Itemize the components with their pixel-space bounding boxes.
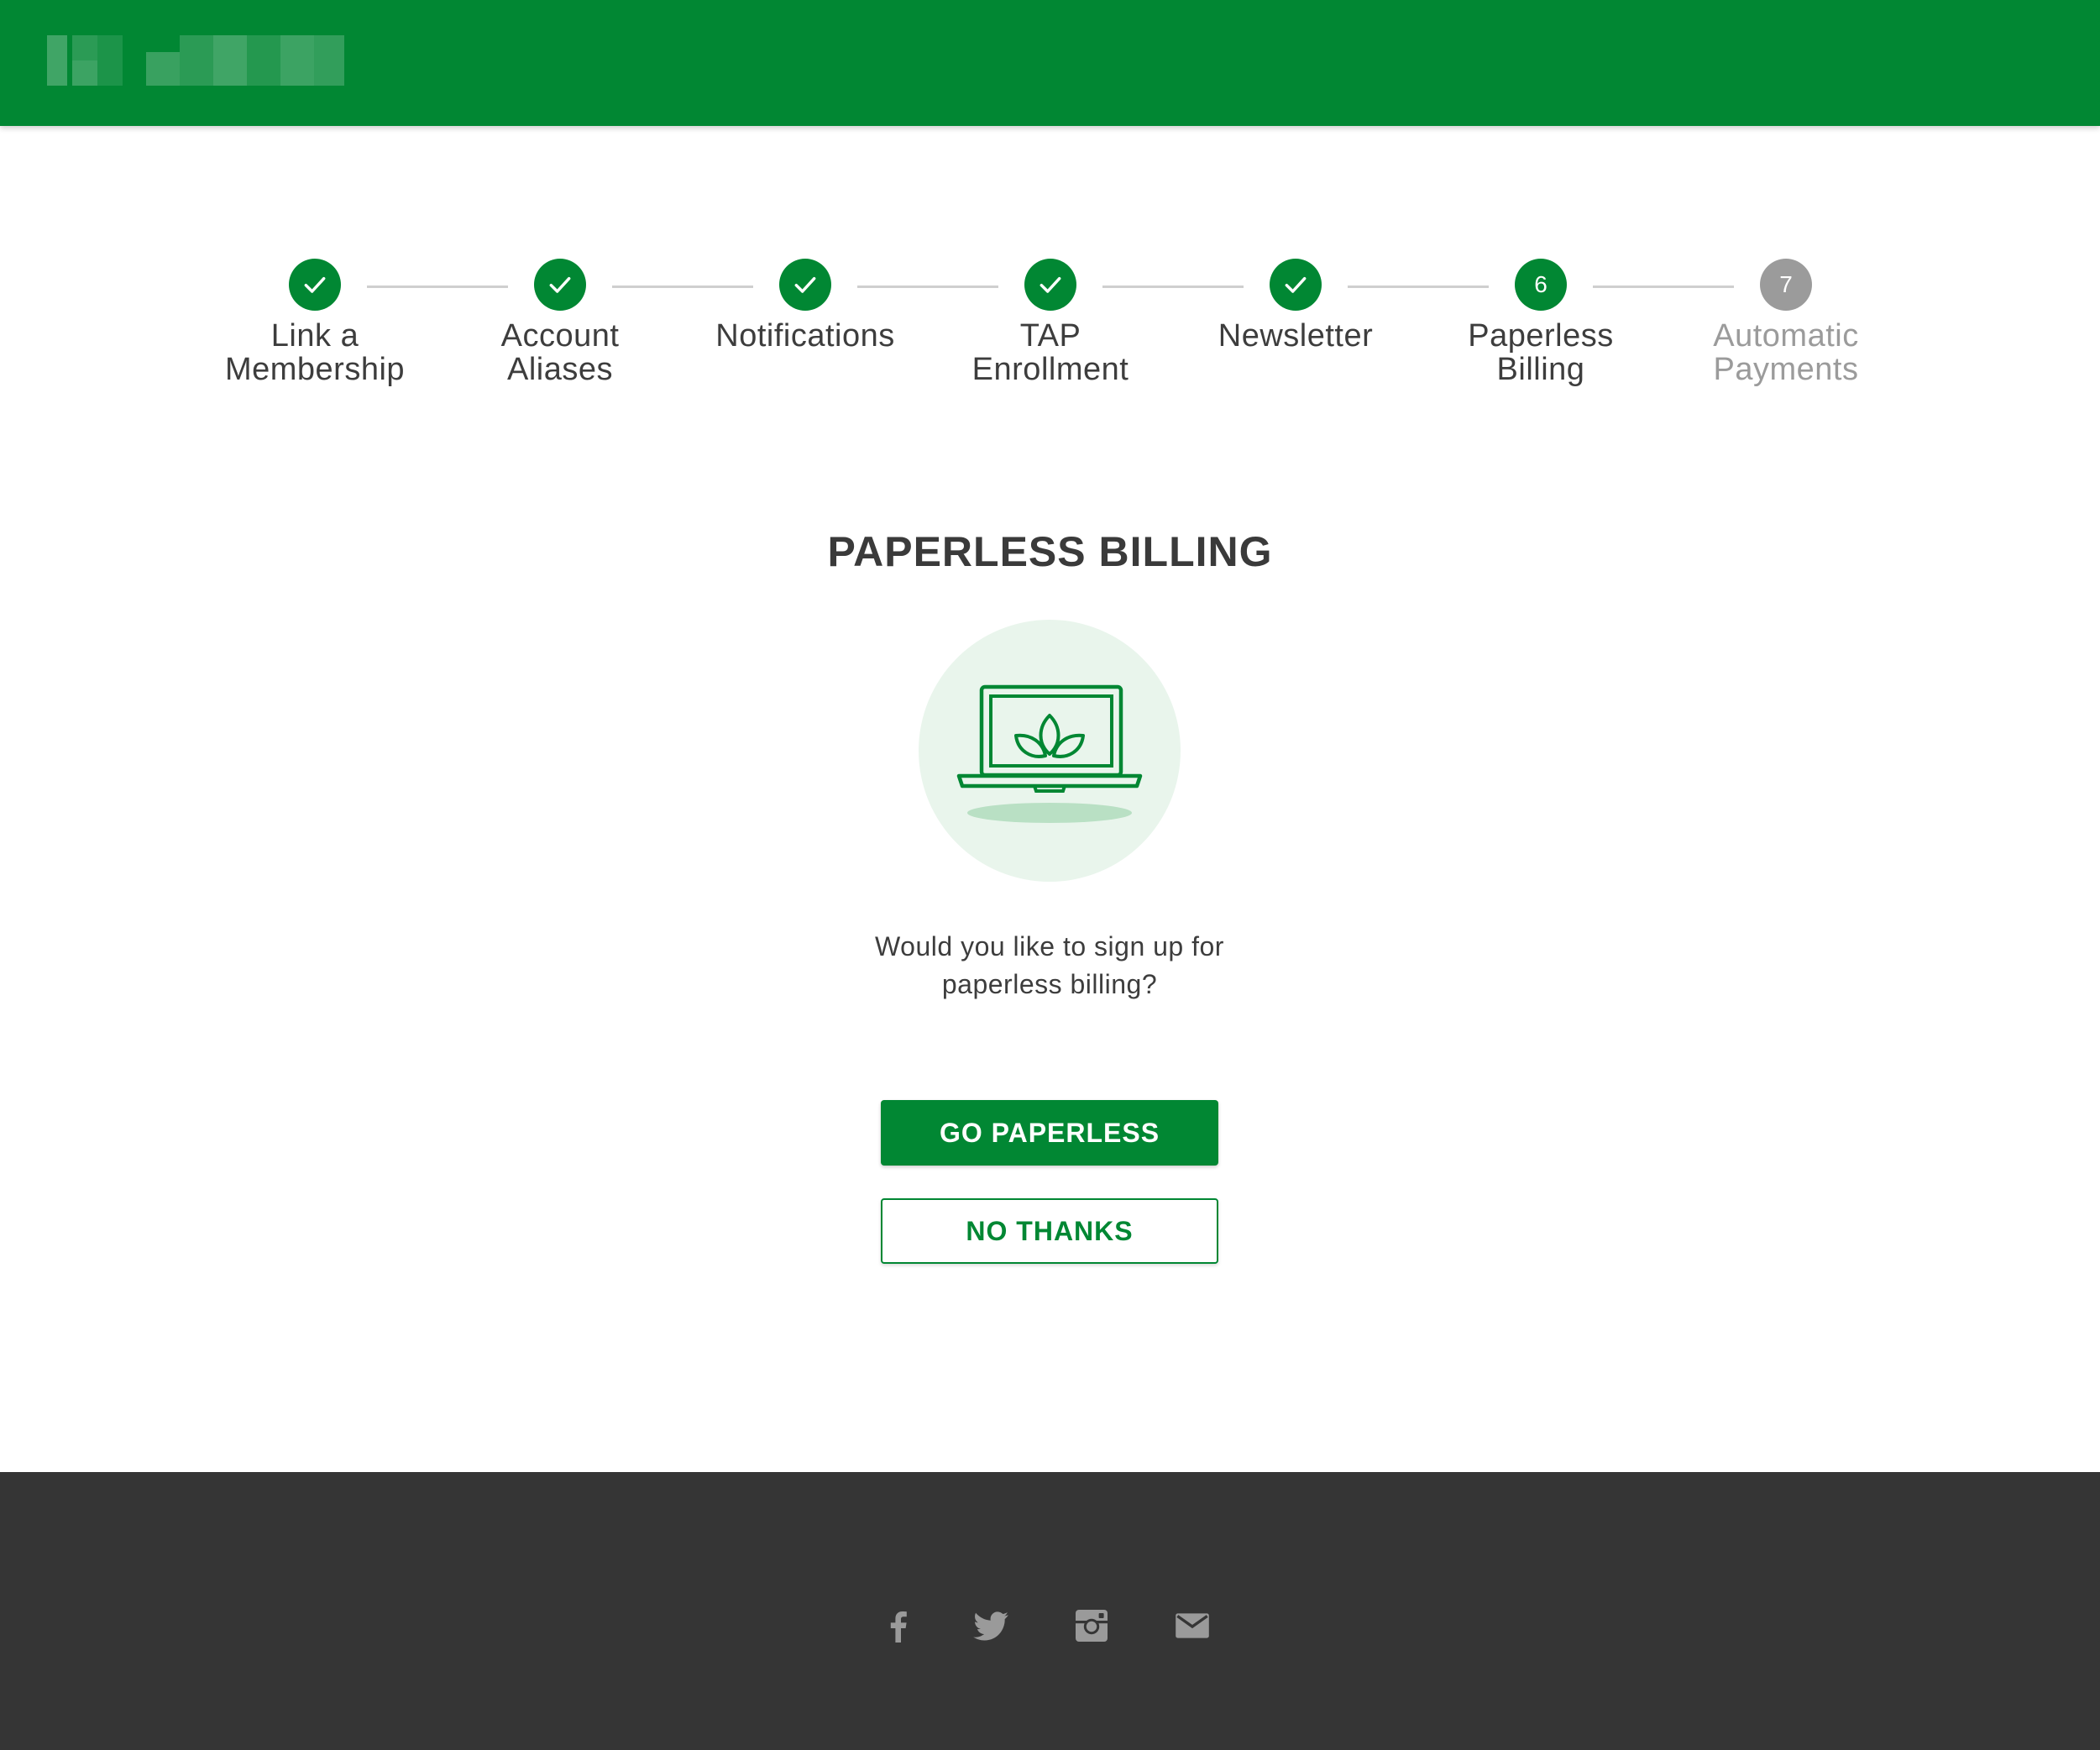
blurred-logo[interactable] bbox=[47, 35, 344, 86]
step-paperless-billing[interactable]: 6 Paperless Billing bbox=[1415, 259, 1667, 386]
step-label: Automatic Payments bbox=[1713, 318, 1859, 387]
check-icon bbox=[779, 259, 831, 311]
check-icon bbox=[289, 259, 341, 311]
step-number-current: 6 bbox=[1515, 259, 1567, 311]
step-label: Link a Membership bbox=[224, 318, 406, 387]
instagram-icon[interactable] bbox=[1068, 1602, 1115, 1649]
step-label: Newsletter bbox=[1218, 318, 1374, 354]
step-label: Paperless Billing bbox=[1468, 318, 1614, 387]
email-icon[interactable] bbox=[1169, 1602, 1216, 1649]
step-tap-enrollment[interactable]: TAP Enrollment bbox=[924, 259, 1176, 386]
laptop-leaves-icon bbox=[919, 620, 1181, 882]
step-newsletter[interactable]: Newsletter bbox=[1170, 259, 1422, 353]
page-title: PAPERLESS BILLING bbox=[827, 528, 1273, 575]
check-icon bbox=[1270, 259, 1322, 311]
step-label: TAP Enrollment bbox=[971, 318, 1129, 387]
step-notifications[interactable]: Notifications bbox=[679, 259, 931, 353]
check-icon bbox=[1024, 259, 1076, 311]
no-thanks-button[interactable]: NO THANKS bbox=[881, 1198, 1218, 1264]
step-link-membership[interactable]: Link a Membership bbox=[189, 259, 441, 386]
step-number-pending: 7 bbox=[1760, 259, 1812, 311]
step-label: Notifications bbox=[715, 318, 895, 354]
paperless-question: Would you like to sign up for paperless … bbox=[875, 931, 1224, 999]
step-automatic-payments[interactable]: 7 Automatic Payments bbox=[1660, 259, 1912, 386]
check-icon bbox=[534, 259, 586, 311]
step-label: Account Aliases bbox=[500, 318, 620, 387]
footer bbox=[0, 1472, 2100, 1750]
top-header-bar bbox=[0, 0, 2100, 126]
progress-stepper: Link a Membership Account Aliases Notifi… bbox=[0, 252, 2100, 420]
step-account-aliases[interactable]: Account Aliases bbox=[434, 259, 686, 386]
facebook-icon[interactable] bbox=[875, 1602, 922, 1649]
go-paperless-button[interactable]: GO PAPERLESS bbox=[881, 1100, 1218, 1166]
twitter-icon[interactable] bbox=[967, 1602, 1014, 1649]
page: Link a Membership Account Aliases Notifi… bbox=[0, 0, 2100, 1750]
